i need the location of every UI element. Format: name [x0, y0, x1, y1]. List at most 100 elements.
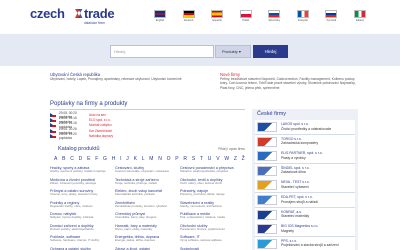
category-item[interactable]: Cestovní poradenství a přeprava Stavební,…	[180, 166, 245, 178]
alphabet-letter[interactable]: P	[175, 156, 178, 162]
alphabet-letter[interactable]: K	[134, 156, 137, 162]
firm-name[interactable]: ŠINDEL spol. s r.o.	[281, 166, 310, 170]
category-item[interactable]: Medicína a životní prostředí Zdraví, zdra…	[50, 178, 115, 190]
language-flag[interactable]: Polski	[236, 10, 256, 30]
search-button[interactable]: Hledej	[253, 45, 288, 58]
alphabet-letter[interactable]: C	[70, 156, 74, 162]
category-item[interactable]: Počítače, software Software, hardware, in…	[50, 235, 115, 247]
firm-card[interactable]: NEVA - TEST s.r.o. Stavební vybavení	[255, 178, 355, 194]
category-item[interactable]: Stavebnictví a reality Stavby, nemovitost…	[180, 201, 245, 213]
language-flag[interactable]: English	[150, 10, 170, 30]
flag-label: English	[155, 19, 165, 22]
alphabet-letter[interactable]: Ž	[242, 156, 245, 162]
category-subtitle: Cestovní kanceláře, ubytování, restaurac…	[115, 170, 170, 174]
category-item[interactable]: SpolečnostiSdružení, nadace, instituce	[180, 247, 245, 250]
language-flag[interactable]: Español	[207, 10, 227, 30]
alphabet-letter[interactable]: I	[120, 156, 121, 162]
alphabet-letter[interactable]: L	[142, 156, 145, 162]
category-item[interactable]: Podniky a regiony Regionální služby, obce…	[50, 201, 115, 213]
language-flag[interactable]: Русский	[321, 10, 341, 30]
alphabet-letter[interactable]: J	[126, 156, 129, 162]
firm-card[interactable]: PPS, s.r.o. Projektování a stavba strojů …	[255, 236, 355, 250]
category-item[interactable]: Energetika, těžba, doprava Energie, paliv…	[115, 235, 180, 247]
firm-name[interactable]: TORGO s.r.o.	[281, 137, 302, 141]
category-item[interactable]: Obchodní, textil a doplňky Textil, oděvy,…	[180, 178, 245, 190]
category-item[interactable]: Domov, nábytek Nábytek, bytové doplňky, z…	[50, 212, 115, 224]
alphabet-letter[interactable]: T	[200, 156, 203, 162]
firm-name[interactable]: NEVA - TEST s.r.o.	[281, 180, 310, 184]
alphabet-letter[interactable]: W	[224, 156, 229, 162]
category-item[interactable]: Zdraví a život, ostatníVzdělávání, kultu…	[115, 247, 180, 250]
demand-title-link[interactable]: Kar Zámečnické	[89, 129, 112, 133]
alphabet-letter[interactable]: F	[95, 156, 98, 162]
firm-description: Projektování a stavba strojů a zařízení	[281, 243, 339, 248]
demand-title-link[interactable]: Auto na sex	[89, 113, 106, 117]
search-category-select[interactable]: Produkty ▾	[215, 45, 251, 58]
category-item[interactable]: Publikace a médie Tisk, vydavatelství, re…	[180, 212, 245, 224]
category-item[interactable]: Elektro, zboží vstup kancelář Kancelářská…	[115, 189, 180, 201]
alphabet-letter[interactable]: D	[79, 156, 83, 162]
category-item[interactable]: Software, IT Vývoj software, webové aplik…	[180, 235, 245, 247]
alphabet-letter[interactable]: B	[62, 156, 65, 162]
firm-card[interactable]: EDA-PET, spol. s r.o. Pronájem strojů a n…	[255, 193, 355, 208]
firm-card[interactable]: ELIS PARTNER, spol. s r.o. Plasty a výrob…	[255, 149, 355, 165]
language-flag[interactable]: Italiano	[350, 10, 370, 30]
category-item[interactable]: Hračky, sporty a zábava Hračky, sportovní…	[50, 166, 115, 178]
alphabet-letter[interactable]: O	[167, 156, 171, 162]
search-input[interactable]: Hledej	[110, 45, 214, 58]
alphabet-letter[interactable]: G	[103, 156, 107, 162]
firm-name[interactable]: PPS, s.r.o.	[281, 239, 297, 243]
firm-name[interactable]: LAKOS spol. s r.o.	[281, 122, 309, 126]
firm-name[interactable]: BIG IOS Magnetics s.r.o.	[281, 224, 318, 228]
czech-flag-icon	[50, 133, 56, 138]
category-title[interactable]: Společnosti	[180, 247, 242, 250]
firm-card[interactable]: ŠINDEL spol. s r.o. Zakázková dílna	[255, 163, 355, 179]
category-item[interactable]: Cestování, služby Cestovní kanceláře, uby…	[115, 166, 180, 178]
category-item[interactable]: Potraviny, nápoje Potraviny, pochutiny, t…	[180, 189, 245, 201]
category-item[interactable]: Ochrana a ostatní službyBezpečnost, úkli…	[50, 247, 115, 250]
alphabet-letter[interactable]: A	[54, 156, 57, 162]
category-subtitle: Textil, oděvy, obuv, kožené zboží	[180, 181, 222, 185]
category-subtitle: Tisk, vydavatelství, reklama, média	[180, 216, 225, 220]
category-item[interactable]: Technická a stroje zařízení Stroje, techn…	[115, 178, 180, 190]
alphabet-letter[interactable]: S	[192, 156, 195, 162]
category-subtitle: Nábytek, bytové doplňky, zahrada	[50, 216, 94, 220]
firm-card[interactable]: KONRAT, a.s. Stavební materiály	[255, 207, 355, 223]
firm-card[interactable]: TORGO s.r.o. Zahradnická kompostéry	[255, 134, 355, 150]
demand-title[interactable]: Poptávky na firmy a produkty	[50, 101, 127, 107]
czech-flag-icon	[50, 128, 56, 133]
alphabet-letter[interactable]: H	[112, 156, 116, 162]
category-title[interactable]: Zdraví a život, ostatní	[115, 247, 177, 250]
language-flag[interactable]: Français	[293, 10, 313, 30]
firm-card[interactable]: LAKOS spol. s r.o. Čistící prostředky a o…	[255, 120, 355, 135]
alphabet-letter[interactable]: M	[149, 156, 153, 162]
demand-title-link[interactable]: Nabídka dopravy	[89, 134, 113, 138]
alphabet-letter[interactable]: V	[216, 156, 219, 162]
alphabet-letter[interactable]: E	[87, 156, 90, 162]
category-title[interactable]: Ochrana a ostatní služby	[50, 247, 112, 250]
demand-title-link[interactable]: Montáž nábytku	[89, 123, 112, 127]
category-subtitle: Energie, paliva, těžba, doprava	[115, 239, 155, 243]
alphabet-letter[interactable]: U	[208, 156, 212, 162]
language-flag[interactable]: Deutsch	[179, 10, 199, 30]
demand-title-link[interactable]: ELO spol. s r.o.	[89, 118, 111, 122]
firm-name[interactable]: EDA-PET, spol. s r.o.	[281, 195, 313, 199]
firm-name[interactable]: ELIS PARTNER, spol. s r.o.	[281, 151, 323, 155]
info-accommodation-text: Ubytování, hotely, Lapek, Pronajímy, apa…	[50, 77, 182, 81]
alphabet-letter[interactable]: R	[183, 156, 187, 162]
category-item[interactable]: Chemický průmysl Chemikálie, barvy, laky,…	[115, 212, 180, 224]
category-item[interactable]: Obchodní služby Poradenství, finance, poj…	[180, 224, 245, 236]
add-firm-link[interactable]: Přidej / uprav firmu	[218, 147, 245, 151]
czechtrade-logo[interactable]: czech trade databáze firem	[30, 6, 120, 26]
category-item[interactable]: Hanxatk, bary a materiály Dřevo, papír, o…	[115, 224, 180, 236]
category-item[interactable]: Domácí zařízení a doplňky Domácí potřeby,…	[50, 224, 115, 236]
category-item[interactable]: Zemědělství Zemědělské produkty, lesnictv…	[115, 201, 180, 213]
firm-name[interactable]: KONRAT, a.s.	[281, 210, 302, 214]
category-row: Domov, nábytek Nábytek, bytové doplňky, z…	[50, 212, 245, 224]
alphabet-letter[interactable]: N	[158, 156, 162, 162]
language-flag[interactable]: Slovensky	[264, 10, 284, 30]
alphabet-letter[interactable]: Z	[234, 156, 237, 162]
firm-card[interactable]: BIG IOS Magnetics s.r.o. Magnety	[255, 222, 355, 238]
demand-row[interactable]: 29.08. 19:20 poptávka Nabídka dopravy	[50, 132, 245, 140]
category-item[interactable]: Průmysl a ostatní suroviny Chemie, kovy, …	[50, 189, 115, 201]
